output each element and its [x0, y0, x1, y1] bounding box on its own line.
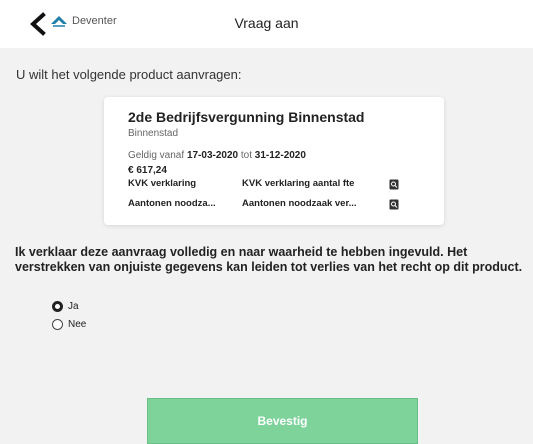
- radio-selected-icon: [52, 301, 63, 312]
- document-name: Aantonen noodzaak ver...: [242, 198, 357, 209]
- product-zone: Binnenstad: [128, 128, 179, 139]
- radio-ja[interactable]: Ja: [52, 301, 79, 312]
- validity-period: Geldig vanaf 17-03-2020 tot 31-12-2020: [128, 150, 306, 161]
- document-type: KVK verklaring: [128, 178, 197, 189]
- valid-to-date: 31-12-2020: [254, 150, 306, 161]
- declaration-text: Ik verklaar deze aanvraag volledig en na…: [15, 245, 523, 274]
- view-document-icon[interactable]: [389, 179, 399, 190]
- radio-unselected-icon: [52, 319, 63, 330]
- app-header: Deventer Vraag aan: [0, 0, 533, 48]
- valid-to-label: tot: [240, 150, 252, 161]
- intro-text: U wilt het volgende product aanvragen:: [16, 67, 242, 82]
- document-name: KVK verklaring aantal fte: [242, 178, 355, 189]
- radio-label: Nee: [68, 319, 87, 330]
- valid-from-label: Geldig vanaf: [128, 150, 185, 161]
- confirm-button[interactable]: Bevestig: [147, 398, 418, 444]
- product-price: € 617,24: [128, 165, 167, 176]
- product-card: 2de Bedrijfsvergunning Binnenstad Binnen…: [104, 97, 444, 225]
- view-document-icon[interactable]: [389, 199, 399, 210]
- product-name: 2de Bedrijfsvergunning Binnenstad: [128, 109, 365, 125]
- document-type: Aantonen noodza...: [128, 198, 216, 209]
- radio-label: Ja: [68, 301, 79, 312]
- radio-nee[interactable]: Nee: [52, 319, 86, 330]
- valid-from-date: 17-03-2020: [186, 150, 239, 161]
- page-title: Vraag aan: [234, 15, 299, 31]
